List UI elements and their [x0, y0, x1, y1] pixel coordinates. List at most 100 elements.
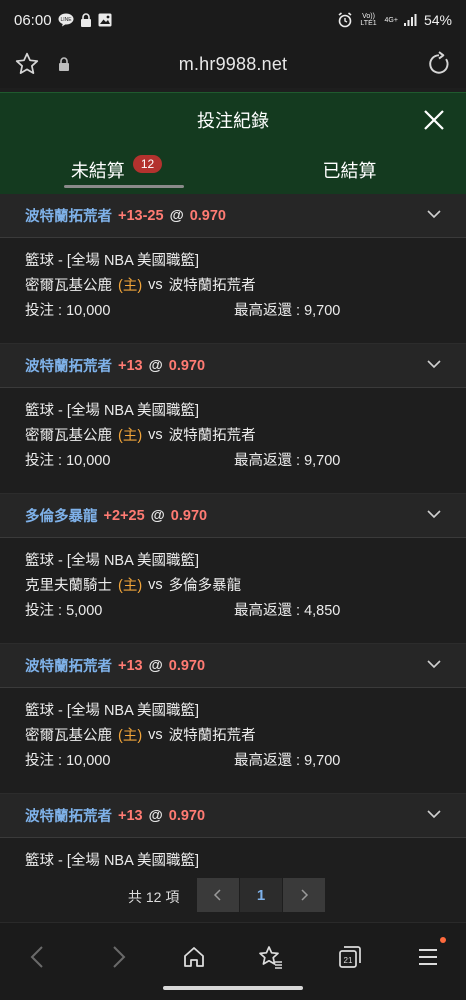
next-page-button[interactable] [283, 878, 325, 912]
home-icon[interactable] [174, 937, 214, 977]
chevron-down-icon[interactable] [426, 506, 442, 526]
league: 籃球 - [全場 NBA 美國職籃] [25, 703, 200, 719]
tabs-icon[interactable]: 21 [330, 937, 370, 977]
bet-handicap: +13 [118, 807, 143, 824]
active-tab-indicator [64, 185, 184, 188]
page-number[interactable]: 1 [240, 878, 282, 912]
battery-level: 54% [423, 12, 452, 28]
bet-selection: 波特蘭拓荒者 [25, 359, 112, 375]
bet-selection: 波特蘭拓荒者 [25, 809, 112, 825]
max-return: 最高返還 : 9,700 [234, 303, 341, 319]
home-team: 克里夫蘭騎士 [25, 578, 112, 594]
max-return: 最高返還 : 9,700 [234, 753, 341, 769]
at-sign: @ [150, 507, 165, 524]
chevron-down-icon[interactable] [426, 806, 442, 826]
bet-item-header[interactable]: 波特蘭拓荒者 +13 @ 0.970 [0, 644, 466, 688]
forward-icon[interactable] [98, 937, 138, 977]
gesture-bar [163, 986, 303, 990]
stake: 投注 : 10,000 [25, 753, 111, 769]
stake: 投注 : 5,000 [25, 603, 103, 619]
bet-odds: 0.970 [168, 807, 206, 824]
network-type: 4G+ [384, 16, 398, 24]
dialog-header: 投注紀錄 [0, 92, 466, 146]
browser-bottom-nav: 21 [0, 922, 466, 1000]
bet-item: 波特蘭拓荒者 +13 @ 0.970 籃球 - [全場 NBA 美國職籃] 密爾… [0, 344, 466, 494]
league: 籃球 - [全場 NBA 美國職籃] [25, 253, 200, 269]
bet-odds: 0.970 [170, 507, 208, 524]
tabs-count: 21 [344, 956, 353, 965]
volte-indicator: Vo)) LTE1 [360, 13, 377, 27]
bookmark-star-icon[interactable] [251, 937, 291, 977]
tab-unsettled[interactable]: 未結算 12 [0, 146, 233, 194]
tab-settled-label: 已結算 [322, 161, 377, 181]
prev-page-button[interactable] [197, 878, 239, 912]
notification-dot [440, 937, 446, 943]
vs-label: vs [148, 576, 163, 593]
lock-icon [58, 57, 70, 71]
bet-selection: 多倫多暴龍 [25, 509, 98, 525]
bet-selection: 波特蘭拓荒者 [25, 209, 112, 225]
alarm-icon [337, 12, 353, 28]
home-tag: (主) [118, 578, 143, 594]
bet-handicap: +2+25 [103, 507, 145, 524]
vs-label: vs [148, 726, 163, 743]
bet-odds: 0.970 [189, 207, 226, 224]
lock-status-icon [80, 13, 92, 27]
bet-odds: 0.970 [168, 357, 206, 374]
bet-item: 多倫多暴龍 +2+25 @ 0.970 籃球 - [全場 NBA 美國職籃] 克… [0, 494, 466, 644]
pagination: 共 12 項 1 [0, 874, 466, 922]
league: 籃球 - [全場 NBA 美國職籃] [25, 853, 200, 869]
home-tag: (主) [118, 278, 143, 294]
bet-item-header[interactable]: 波特蘭拓荒者 +13 @ 0.970 [0, 344, 466, 388]
signal-icon [403, 14, 418, 26]
bet-item: 波特蘭拓荒者 +13 @ 0.970 籃球 - [全場 NBA 美國職籃] 密爾… [0, 644, 466, 794]
league: 籃球 - [全場 NBA 美國職籃] [25, 553, 200, 569]
stake: 投注 : 10,000 [25, 303, 111, 319]
home-team: 密爾瓦基公鹿 [25, 428, 112, 444]
dialog-title: 投注紀錄 [197, 110, 269, 131]
chevron-down-icon[interactable] [426, 656, 442, 676]
league: 籃球 - [全場 NBA 美國職籃] [25, 403, 200, 419]
max-return: 最高返還 : 9,700 [234, 453, 341, 469]
bet-selection: 波特蘭拓荒者 [25, 659, 112, 675]
star-icon[interactable] [14, 51, 40, 77]
bet-handicap: +13 [118, 657, 143, 674]
refresh-icon[interactable] [426, 51, 452, 77]
bet-odds: 0.970 [168, 657, 206, 674]
menu-icon[interactable] [408, 937, 448, 977]
tab-bar: 未結算 12 已結算 [0, 146, 466, 194]
at-sign: @ [169, 207, 184, 224]
clock: 06:00 [14, 11, 52, 29]
bet-item-header[interactable]: 波特蘭拓荒者 +13 @ 0.970 [0, 794, 466, 838]
at-sign: @ [148, 657, 163, 674]
away-team: 波特蘭拓荒者 [168, 278, 256, 294]
line-app-icon: LINE [58, 13, 74, 27]
away-team: 多倫多暴龍 [168, 578, 242, 594]
bet-item-header[interactable]: 波特蘭拓荒者 +13-25 @ 0.970 [0, 194, 466, 238]
chevron-down-icon[interactable] [426, 356, 442, 376]
home-team: 密爾瓦基公鹿 [25, 278, 112, 294]
bet-item-header[interactable]: 多倫多暴龍 +2+25 @ 0.970 [0, 494, 466, 538]
max-return: 最高返還 : 4,850 [234, 603, 341, 619]
tab-settled[interactable]: 已結算 [233, 146, 466, 194]
at-sign: @ [148, 357, 163, 374]
back-icon[interactable] [18, 937, 58, 977]
tab-unsettled-label: 未結算 [70, 161, 125, 181]
vs-label: vs [148, 426, 163, 443]
status-bar: 06:00 LINE Vo)) LTE1 4G+ 54% [0, 0, 466, 40]
close-icon[interactable] [420, 106, 448, 134]
vs-label: vs [148, 276, 163, 293]
browser-address-bar: m.hr9988.net [0, 40, 466, 88]
bet-handicap: +13-25 [118, 207, 164, 224]
svg-text:LINE: LINE [60, 17, 72, 23]
home-tag: (主) [118, 428, 143, 444]
away-team: 波特蘭拓荒者 [168, 428, 256, 444]
stake: 投注 : 10,000 [25, 453, 111, 469]
bet-item: 波特蘭拓荒者 +13-25 @ 0.970 籃球 - [全場 NBA 美國職籃]… [0, 194, 466, 344]
home-team: 密爾瓦基公鹿 [25, 728, 112, 744]
chevron-down-icon[interactable] [426, 206, 442, 226]
total-count: 共 12 項 [128, 889, 180, 905]
bet-list: 波特蘭拓荒者 +13-25 @ 0.970 籃球 - [全場 NBA 美國職籃]… [0, 194, 466, 922]
count-badge: 12 [132, 155, 163, 173]
home-tag: (主) [118, 728, 143, 744]
